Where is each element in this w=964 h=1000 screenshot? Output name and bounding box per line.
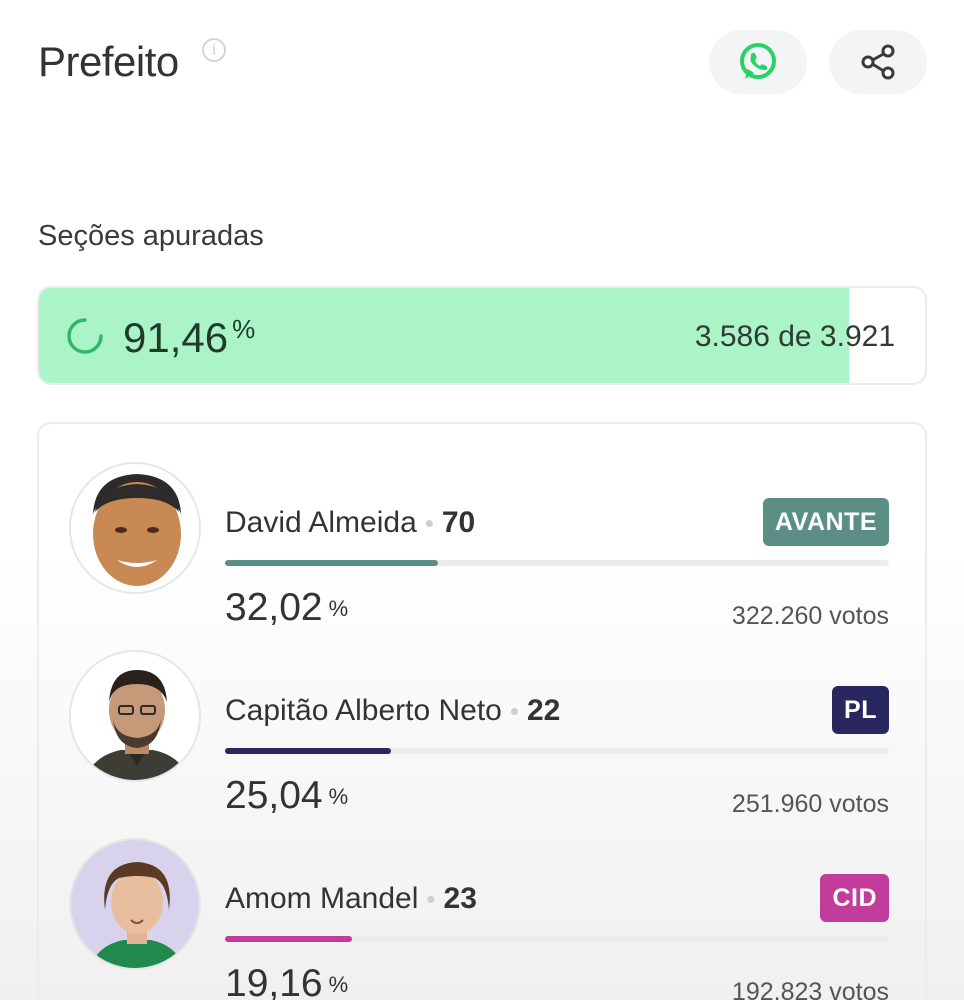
party-badge: PL bbox=[832, 686, 889, 734]
info-icon[interactable]: i bbox=[202, 38, 226, 62]
whatsapp-share-button[interactable] bbox=[709, 30, 807, 94]
vote-share-bar bbox=[225, 560, 889, 566]
sections-percent-symbol: % bbox=[232, 314, 256, 344]
party-badge: CID bbox=[820, 874, 889, 922]
candidate-percent-symbol: % bbox=[328, 784, 349, 809]
sections-percent: 91,46% bbox=[123, 314, 255, 362]
candidate-percent: 25,04% bbox=[225, 774, 348, 818]
sections-label: Seções apuradas bbox=[38, 220, 264, 252]
candidate-name: Amom Mandel bbox=[225, 882, 419, 915]
page: Prefeito i Seções apuradas 91,46% 3.586 … bbox=[0, 0, 964, 1000]
candidate-name-line: Amom Mandel • 23 bbox=[225, 882, 477, 916]
sections-count: 3.586 de 3.921 bbox=[694, 320, 895, 353]
candidate-votes: 251.960 votos bbox=[731, 790, 889, 818]
separator-dot: • bbox=[424, 508, 434, 538]
candidate-percent-value: 19,16 bbox=[225, 962, 323, 1000]
loading-spinner-icon bbox=[67, 318, 103, 354]
vote-share-bar-fill bbox=[225, 936, 353, 942]
whatsapp-icon bbox=[740, 43, 776, 79]
candidate-percent-symbol: % bbox=[328, 972, 349, 997]
share-icon bbox=[861, 44, 895, 80]
candidate-percent: 19,16% bbox=[225, 962, 348, 1000]
candidate-percent-symbol: % bbox=[328, 596, 349, 621]
candidate-percent-value: 32,02 bbox=[225, 586, 323, 629]
avatar bbox=[69, 838, 201, 970]
candidate-number: 22 bbox=[526, 694, 561, 727]
candidates-card: David Almeida • 70 AVANTE 32,02% 322.260 v… bbox=[37, 422, 927, 1000]
page-title: Prefeito bbox=[38, 38, 179, 85]
sections-progress-card: 91,46% 3.586 de 3.921 bbox=[37, 286, 927, 385]
candidate-number: 70 bbox=[441, 506, 476, 539]
candidate-row[interactable]: David Almeida • 70 AVANTE 32,02% 322.260 v… bbox=[39, 462, 925, 630]
candidate-name: David Almeida bbox=[225, 506, 417, 539]
candidate-name: Capitão Alberto Neto bbox=[225, 694, 502, 727]
candidate-number: 23 bbox=[443, 882, 477, 915]
avatar bbox=[69, 650, 201, 782]
candidate-votes: 192.823 votos bbox=[731, 978, 889, 1000]
separator-dot: • bbox=[426, 884, 436, 914]
candidate-row[interactable]: Amom Mandel • 23 CID 19,16% 192.823 votos bbox=[39, 838, 925, 1000]
avatar bbox=[69, 462, 201, 594]
vote-share-bar bbox=[225, 748, 889, 754]
vote-share-bar bbox=[225, 936, 889, 942]
party-badge: AVANTE bbox=[762, 498, 889, 546]
vote-share-bar-fill bbox=[225, 748, 392, 754]
candidate-percent: 32,02% bbox=[225, 586, 348, 630]
candidate-votes: 322.260 votos bbox=[731, 602, 889, 630]
share-button[interactable] bbox=[829, 30, 927, 94]
vote-share-bar-fill bbox=[225, 560, 438, 566]
candidate-percent-value: 25,04 bbox=[225, 774, 323, 817]
candidate-name-line: Capitão Alberto Neto • 22 bbox=[225, 694, 560, 728]
candidate-name-line: David Almeida • 70 bbox=[225, 506, 475, 540]
separator-dot: • bbox=[509, 696, 519, 726]
candidate-row[interactable]: Capitão Alberto Neto • 22 PL 25,04% 251.96… bbox=[39, 650, 925, 818]
sections-percent-value: 91,46 bbox=[123, 314, 229, 361]
